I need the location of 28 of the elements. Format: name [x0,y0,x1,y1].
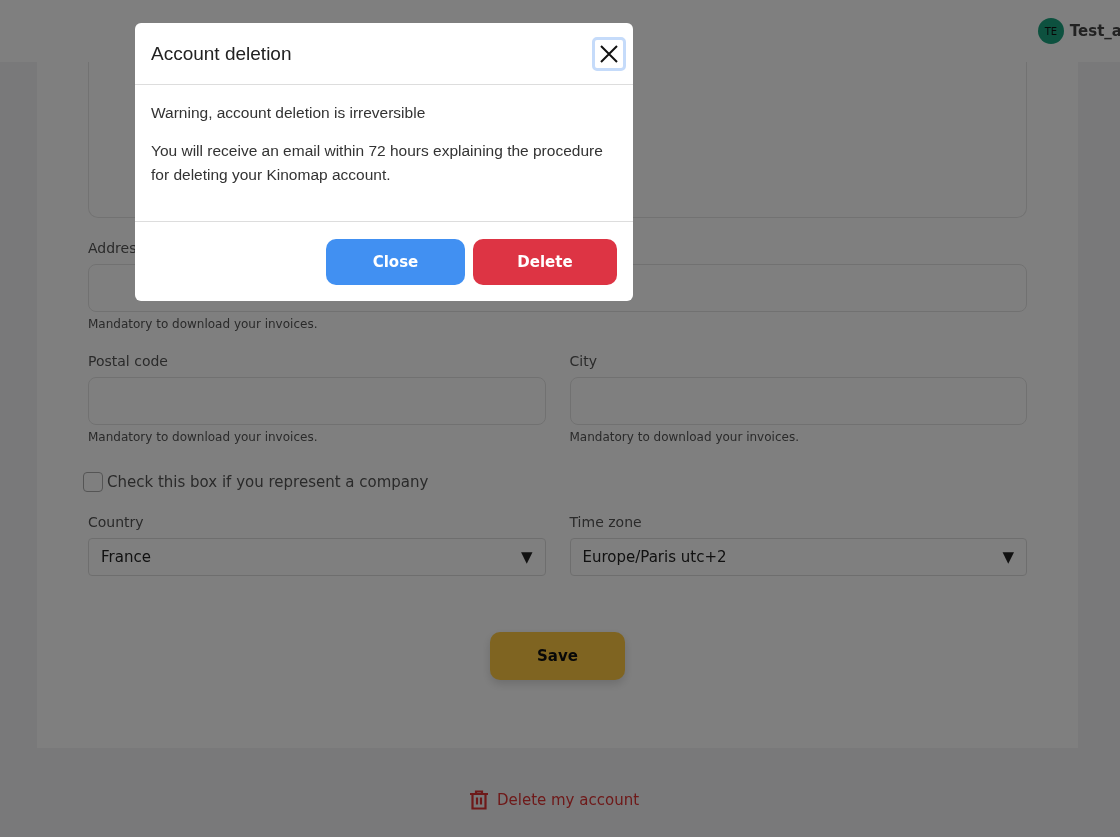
field-hint: Mandatory to download your invoices. [569,430,800,444]
save-button[interactable]: Save [490,632,625,680]
trash-icon[interactable] [468,790,489,810]
delete-button[interactable]: Delete [473,238,617,285]
field-label: Addres [88,240,138,256]
field-hint: Mandatory to download your invoices. [88,317,319,331]
field-label: City [569,353,598,369]
field-label: Postal code [88,353,169,369]
field-hint: Mandatory to download your invoices. [88,430,319,444]
close-button[interactable] [592,36,626,71]
field-label: Time zone [569,514,643,530]
dialog-title: Account deletion [151,42,292,65]
close-button[interactable]: Close [326,238,465,285]
username[interactable]: Test_a [1069,22,1120,40]
dropdown-arrow: ▼ [1002,548,1014,566]
field-label: Country [88,514,145,530]
select-field[interactable]: France ▼ [88,538,546,576]
warning-text: Warning, account deletion is irreversible [151,103,427,123]
select-field[interactable]: Europe/Paris utc+2 ▼ [569,538,1027,576]
delete-account-link[interactable]: Delete my account [496,791,640,809]
dropdown-arrow: ▼ [520,548,533,566]
dialog-message: You will receive an email within 72 hours explaining the procedure for deleting your Kinomap account. [151,141,604,185]
checkbox[interactable] [83,472,103,492]
checkbox-label: Check this box if you represent a company [107,473,429,491]
user-avatar[interactable]: TE [1037,18,1064,44]
close-icon [600,44,618,63]
select-value: Europe/Paris utc+2 [582,548,727,566]
select-value: France [101,548,151,566]
